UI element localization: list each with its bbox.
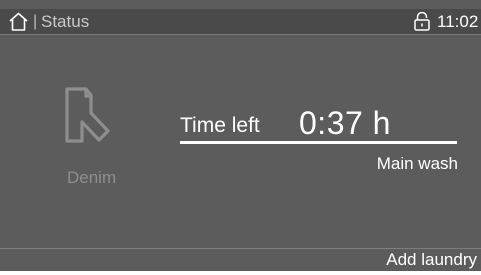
program-phase: Main wash: [376, 154, 458, 173]
add-laundry-button[interactable]: Add laundry: [382, 249, 481, 271]
display-screen: | Status 11:02 Denim Time left 0:37 h Ma…: [0, 0, 481, 271]
status-separator: |: [33, 13, 38, 30]
program-name: Denim: [67, 168, 117, 187]
status-bar: | Status 11:02: [0, 9, 481, 35]
lock-open-icon[interactable]: [414, 12, 430, 31]
clock: 11:02: [437, 12, 479, 31]
home-icon[interactable]: [8, 12, 29, 31]
page-title: Status: [41, 12, 90, 31]
progress-bar: [180, 141, 457, 144]
progress-fill: [180, 141, 457, 144]
time-left-value: 0:37 h: [299, 105, 391, 141]
time-left-label: Time left: [180, 114, 260, 137]
denim-jeans-icon: [65, 87, 110, 143]
